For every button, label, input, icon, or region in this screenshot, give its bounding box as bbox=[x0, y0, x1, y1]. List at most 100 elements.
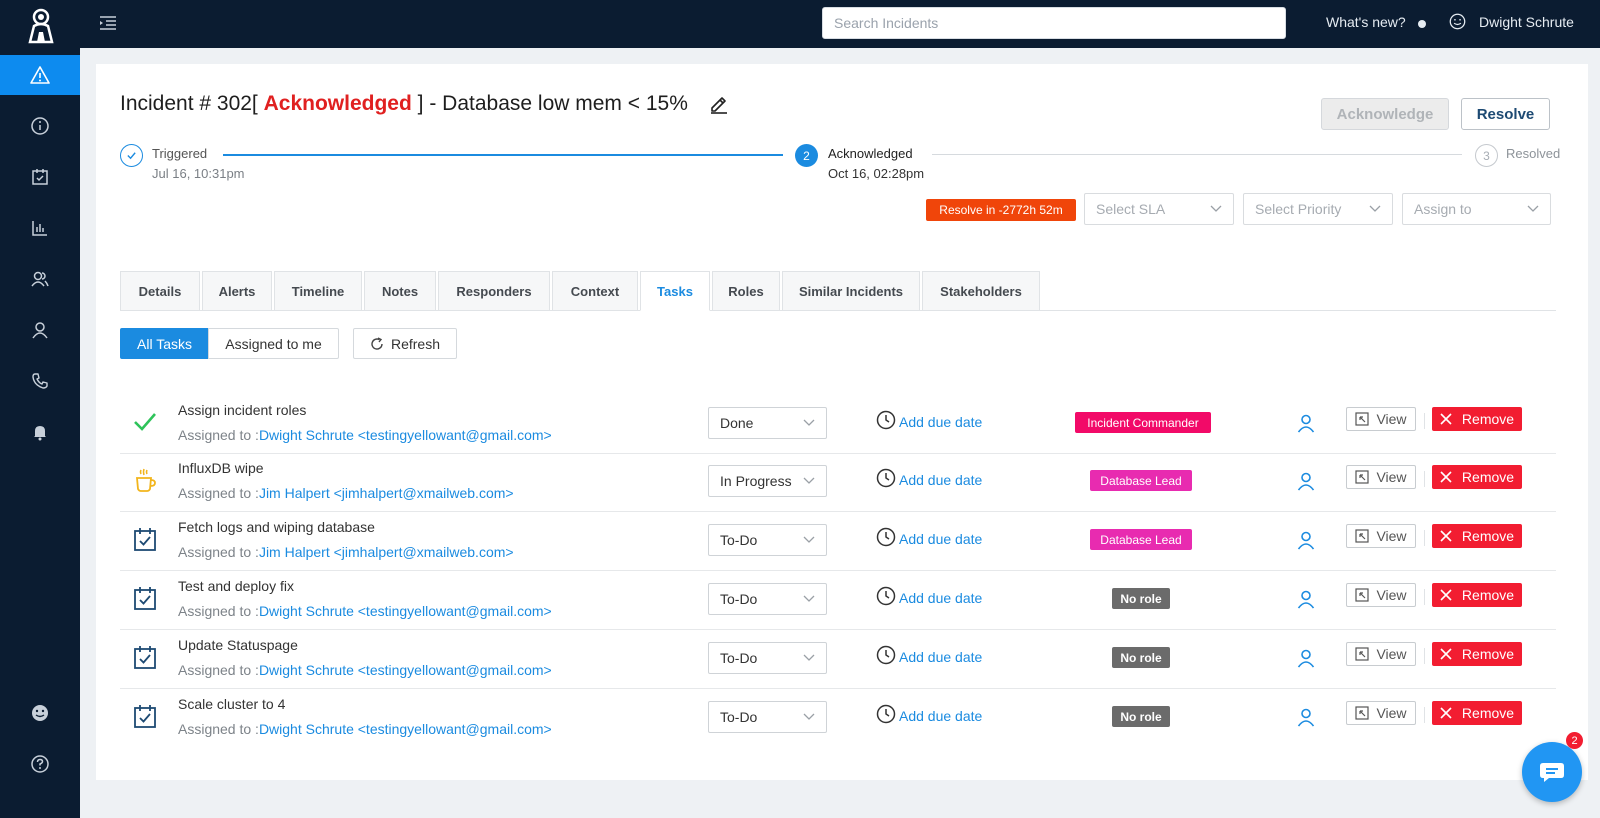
remove-button[interactable]: Remove bbox=[1432, 701, 1522, 725]
add-due-date-link[interactable]: Add due date bbox=[899, 708, 982, 724]
acknowledge-button[interactable]: Acknowledge bbox=[1321, 98, 1449, 130]
remove-button[interactable]: Remove bbox=[1432, 642, 1522, 666]
incident-card: Incident # 302[ Acknowledged ] - Databas… bbox=[96, 64, 1588, 780]
task-row: InfluxDB wipe Assigned to :Jim Halpert <… bbox=[120, 453, 1556, 512]
view-button[interactable]: View bbox=[1346, 642, 1416, 666]
close-icon bbox=[1440, 413, 1452, 425]
add-due-date-link[interactable]: Add due date bbox=[899, 649, 982, 665]
view-icon bbox=[1355, 588, 1370, 602]
assignee-link[interactable]: Jim Halpert <jimhalpert@xmailweb.com> bbox=[259, 485, 514, 501]
assignee-link[interactable]: Jim Halpert <jimhalpert@xmailweb.com> bbox=[259, 544, 514, 560]
priority-select[interactable]: Select Priority bbox=[1243, 193, 1393, 225]
tab-bar: Details Alerts Timeline Notes Responders… bbox=[120, 271, 1556, 311]
assigned-prefix: Assigned to : bbox=[178, 485, 259, 501]
resolve-button[interactable]: Resolve bbox=[1461, 98, 1550, 130]
tab-responders[interactable]: Responders bbox=[438, 271, 550, 311]
whats-new-link[interactable]: What's new? bbox=[1326, 14, 1406, 30]
step-acknowledged-date: Oct 16, 02:28pm bbox=[828, 166, 925, 181]
sidebar-item-notifications[interactable] bbox=[0, 412, 80, 452]
sidebar-item-oncall[interactable] bbox=[0, 361, 80, 401]
view-button[interactable]: View bbox=[1346, 583, 1416, 607]
view-button[interactable]: View bbox=[1346, 701, 1416, 725]
tab-context[interactable]: Context bbox=[552, 271, 638, 311]
all-tasks-filter[interactable]: All Tasks bbox=[120, 328, 209, 359]
add-due-date-link[interactable]: Add due date bbox=[899, 414, 982, 430]
role-badge: Database Lead bbox=[1090, 529, 1192, 550]
task-status-select[interactable]: In Progress bbox=[708, 465, 827, 497]
add-due-date-link[interactable]: Add due date bbox=[899, 590, 982, 606]
task-status-select[interactable]: To-Do bbox=[708, 524, 827, 556]
assign-select[interactable]: Assign to bbox=[1402, 193, 1551, 225]
task-status-select[interactable]: To-Do bbox=[708, 701, 827, 733]
view-button[interactable]: View bbox=[1346, 524, 1416, 548]
close-icon bbox=[1440, 530, 1452, 542]
tab-notes[interactable]: Notes bbox=[364, 271, 436, 311]
info-icon bbox=[31, 117, 49, 135]
user-icon[interactable] bbox=[1296, 707, 1316, 727]
smile-icon bbox=[32, 705, 48, 721]
tab-alerts[interactable]: Alerts bbox=[202, 271, 272, 311]
view-button[interactable]: View bbox=[1346, 407, 1416, 431]
incident-status: Acknowledged bbox=[263, 92, 412, 115]
chat-widget-button[interactable] bbox=[1522, 742, 1582, 802]
tab-tasks[interactable]: Tasks bbox=[640, 271, 710, 311]
tab-stakeholders[interactable]: Stakeholders bbox=[922, 271, 1040, 311]
menu-toggle-icon[interactable] bbox=[98, 12, 118, 34]
calendar-check-icon bbox=[134, 646, 156, 669]
tab-details[interactable]: Details bbox=[120, 271, 200, 311]
assignee-link[interactable]: Dwight Schrute <testingyellowant@gmail.c… bbox=[259, 603, 552, 619]
add-due-date-link[interactable]: Add due date bbox=[899, 531, 982, 547]
calendar-check-icon bbox=[134, 587, 156, 610]
user-icon[interactable] bbox=[1296, 589, 1316, 609]
task-status-value: Done bbox=[720, 415, 754, 431]
view-button[interactable]: View bbox=[1346, 465, 1416, 489]
remove-button[interactable]: Remove bbox=[1432, 524, 1522, 548]
search-input[interactable] bbox=[822, 7, 1286, 39]
sla-countdown-badge: Resolve in -2772h 52m bbox=[926, 199, 1076, 221]
logo-icon[interactable] bbox=[26, 8, 56, 44]
user-icon[interactable] bbox=[1296, 648, 1316, 668]
task-status-select[interactable]: To-Do bbox=[708, 642, 827, 674]
remove-button[interactable]: Remove bbox=[1432, 465, 1522, 489]
sidebar-item-analytics[interactable] bbox=[0, 208, 80, 248]
step-acknowledged-label: Acknowledged bbox=[828, 146, 913, 161]
tab-similar-incidents[interactable]: Similar Incidents bbox=[782, 271, 920, 311]
user-avatar-icon[interactable] bbox=[1449, 13, 1466, 30]
clock-icon bbox=[876, 704, 896, 724]
refresh-button[interactable]: Refresh bbox=[353, 328, 457, 359]
task-assigned: Assigned to :Dwight Schrute <testingyell… bbox=[178, 427, 552, 443]
sidebar-item-teams[interactable] bbox=[0, 259, 80, 299]
task-status-select[interactable]: Done bbox=[708, 407, 827, 439]
tab-timeline[interactable]: Timeline bbox=[274, 271, 362, 311]
task-status-select[interactable]: To-Do bbox=[708, 583, 827, 615]
step-line-pending bbox=[932, 154, 1462, 155]
user-name[interactable]: Dwight Schrute bbox=[1479, 14, 1574, 30]
remove-button[interactable]: Remove bbox=[1432, 407, 1522, 431]
task-status-value: In Progress bbox=[720, 473, 792, 489]
sla-select[interactable]: Select SLA bbox=[1084, 193, 1234, 225]
user-icon[interactable] bbox=[1296, 471, 1316, 491]
user-icon[interactable] bbox=[1296, 413, 1316, 433]
tab-roles[interactable]: Roles bbox=[712, 271, 780, 311]
view-label: View bbox=[1376, 587, 1407, 603]
assigned-to-me-filter[interactable]: Assigned to me bbox=[208, 328, 339, 359]
task-title: Assign incident roles bbox=[178, 402, 307, 418]
sidebar-item-help[interactable] bbox=[0, 744, 80, 784]
sidebar-item-feedback[interactable] bbox=[0, 693, 80, 733]
user-icon[interactable] bbox=[1296, 530, 1316, 550]
task-title: Scale cluster to 4 bbox=[178, 696, 286, 712]
assignee-link[interactable]: Dwight Schrute <testingyellowant@gmail.c… bbox=[259, 721, 552, 737]
task-title: Update Statuspage bbox=[178, 637, 298, 653]
edit-icon[interactable] bbox=[708, 93, 729, 114]
assignee-link[interactable]: Dwight Schrute <testingyellowant@gmail.c… bbox=[259, 427, 552, 443]
step-resolved-circle: 3 bbox=[1475, 144, 1498, 167]
remove-label: Remove bbox=[1461, 587, 1515, 603]
sidebar-item-incidents[interactable] bbox=[0, 55, 80, 95]
new-indicator-dot bbox=[1418, 20, 1426, 28]
remove-button[interactable]: Remove bbox=[1432, 583, 1522, 607]
add-due-date-link[interactable]: Add due date bbox=[899, 472, 982, 488]
sidebar-item-profile[interactable] bbox=[0, 310, 80, 350]
sidebar-item-tasks[interactable] bbox=[0, 157, 80, 197]
assignee-link[interactable]: Dwight Schrute <testingyellowant@gmail.c… bbox=[259, 662, 552, 678]
sidebar-item-info[interactable] bbox=[0, 106, 80, 146]
